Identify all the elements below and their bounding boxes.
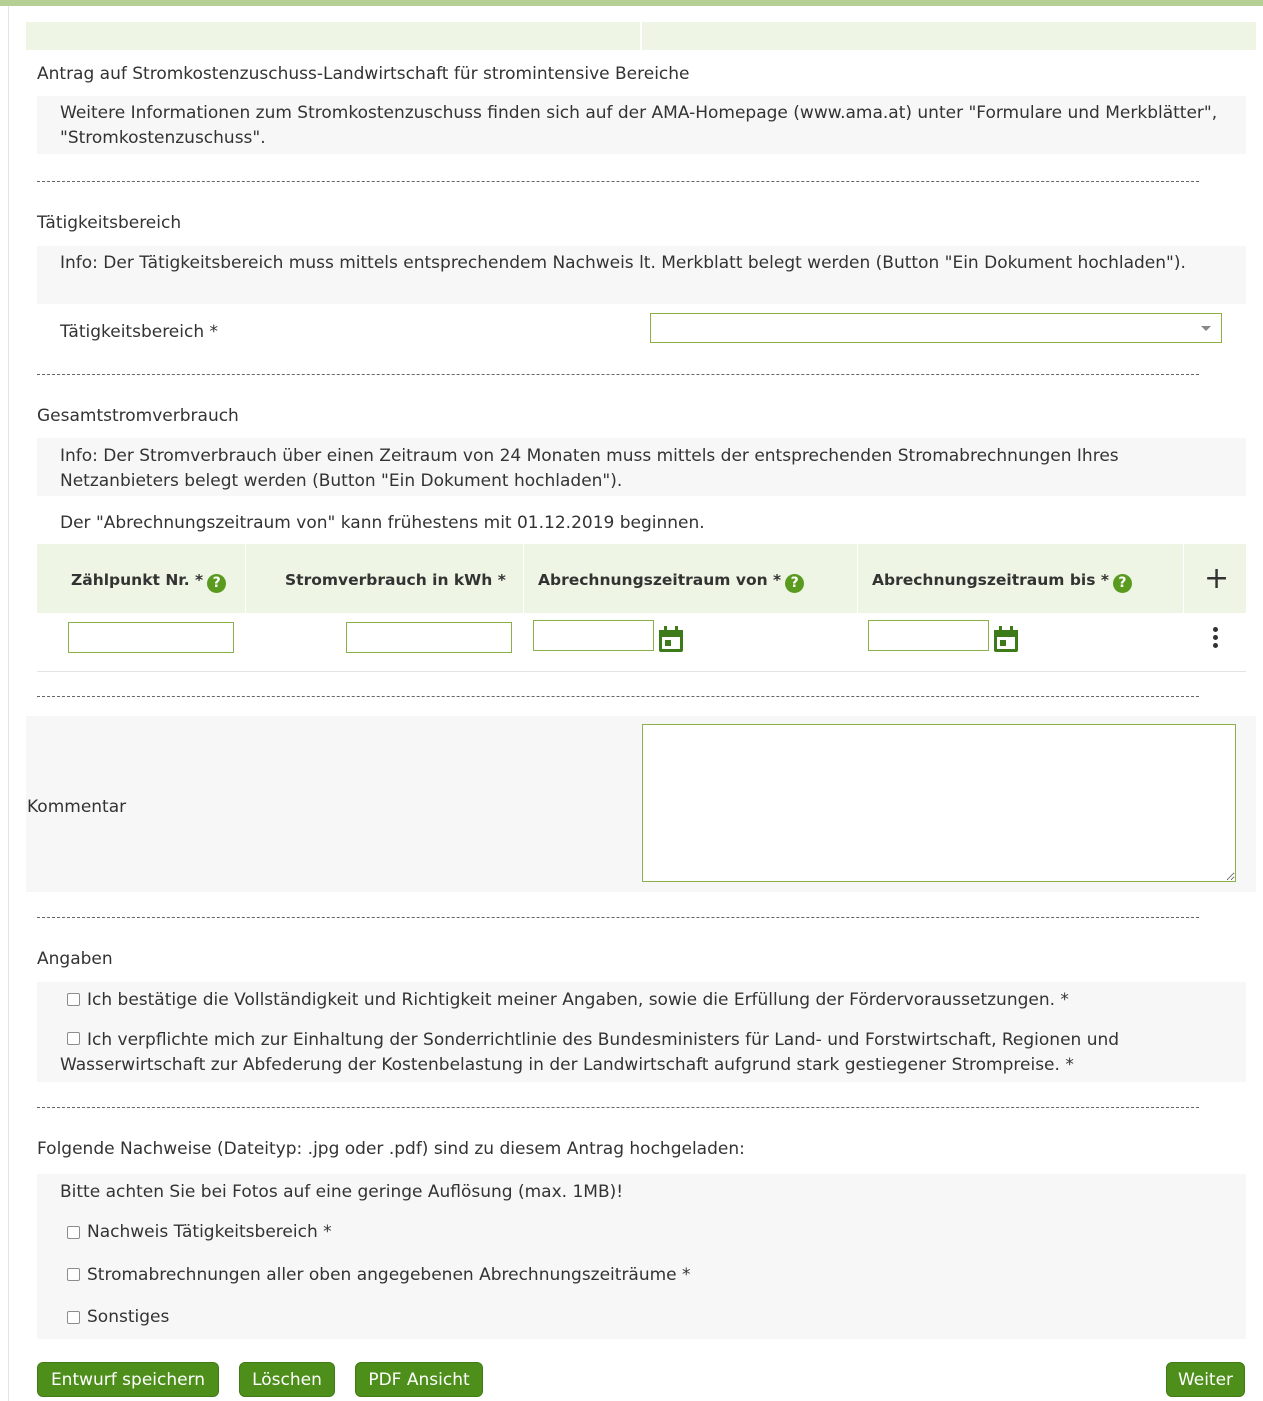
- column-header-label: Stromverbrauch in kWh *: [285, 571, 506, 589]
- separator: [37, 374, 1199, 375]
- help-icon[interactable]: ?: [207, 574, 227, 593]
- separator: [37, 917, 1199, 918]
- column-header-bis: Abrechnungszeitraum bis *?: [872, 569, 1132, 593]
- zaehlpunkt-input[interactable]: [68, 622, 234, 653]
- kommentar-label: Kommentar: [27, 797, 127, 817]
- stromverbrauch-input[interactable]: [346, 622, 512, 653]
- abrechnung-von-input[interactable]: [533, 620, 654, 651]
- kommentar-textarea[interactable]: [642, 724, 1236, 882]
- column-header-label: Abrechnungszeitraum von *: [538, 571, 782, 589]
- left-border: [8, 6, 9, 1401]
- nachweis-label-taetigkeit: Nachweis Tätigkeitsbereich *: [87, 1222, 332, 1242]
- help-icon[interactable]: ?: [785, 574, 805, 593]
- save-draft-button[interactable]: Entwurf speichern: [37, 1362, 219, 1397]
- delete-button[interactable]: Löschen: [239, 1362, 335, 1397]
- separator: [37, 1107, 1199, 1108]
- header-strip-right: [642, 22, 1256, 50]
- chevron-down-icon: [1201, 326, 1211, 331]
- column-header-von: Abrechnungszeitraum von *?: [538, 569, 805, 593]
- calendar-icon[interactable]: [994, 626, 1018, 652]
- next-button[interactable]: Weiter: [1166, 1362, 1245, 1397]
- column-header-stromverbrauch: Stromverbrauch in kWh *: [285, 569, 506, 591]
- separator: [37, 696, 1199, 697]
- taetigkeitsbereich-select[interactable]: [650, 313, 1222, 343]
- form-title: Antrag auf Stromkostenzuschuss-Landwirts…: [37, 64, 690, 84]
- nachweis-checkbox-stromabrechnungen[interactable]: [67, 1268, 80, 1281]
- header-strip-left: [26, 22, 640, 50]
- abrechnung-bis-input[interactable]: [868, 620, 989, 651]
- top-accent-bar: [0, 0, 1263, 6]
- nachweise-note: Bitte achten Sie bei Fotos auf eine geri…: [60, 1182, 624, 1202]
- column-header-label: Zählpunkt Nr. *: [71, 571, 204, 589]
- add-row-icon[interactable]: +: [1204, 564, 1229, 594]
- column-header-label: Abrechnungszeitraum bis *: [872, 571, 1109, 589]
- taetigkeit-field-label: Tätigkeitsbereich *: [60, 322, 219, 342]
- calendar-icon[interactable]: [659, 626, 683, 652]
- pdf-view-button[interactable]: PDF Ansicht: [355, 1362, 483, 1397]
- section-heading-nachweise: Folgende Nachweise (Dateityp: .jpg oder …: [37, 1139, 745, 1159]
- confirm-checkbox-1[interactable]: [67, 993, 80, 1006]
- help-icon[interactable]: ?: [1112, 574, 1132, 593]
- section-heading-angaben: Angaben: [37, 949, 113, 969]
- nachweis-checkbox-sonstiges[interactable]: [67, 1311, 80, 1324]
- nachweis-checkbox-taetigkeit[interactable]: [67, 1226, 80, 1239]
- row-menu-icon[interactable]: [1213, 627, 1219, 651]
- column-header-zaehlpunkt: Zählpunkt Nr. *?: [71, 569, 227, 593]
- section-heading-taetigkeitsbereich: Tätigkeitsbereich: [37, 213, 182, 233]
- date-note: Der "Abrechnungszeitraum von" kann frühe…: [60, 513, 705, 533]
- intro-info-text: Weitere Informationen zum Stromkostenzus…: [60, 103, 1218, 148]
- confirm-label-2: Ich verpflichte mich zur Einhaltung der …: [60, 1030, 1120, 1075]
- confirm-label-1: Ich bestätige die Vollständigkeit und Ri…: [87, 990, 1069, 1010]
- taetigkeit-info-text: Info: Der Tätigkeitsbereich muss mittels…: [60, 253, 1186, 273]
- gesamtstrom-info-text: Info: Der Stromverbrauch über einen Zeit…: [60, 446, 1119, 491]
- nachweis-label-stromabrechnungen: Stromabrechnungen aller oben angegebenen…: [87, 1265, 691, 1285]
- nachweis-label-sonstiges: Sonstiges: [87, 1307, 170, 1327]
- separator: [37, 181, 1199, 182]
- section-heading-gesamtstromverbrauch: Gesamtstromverbrauch: [37, 406, 239, 426]
